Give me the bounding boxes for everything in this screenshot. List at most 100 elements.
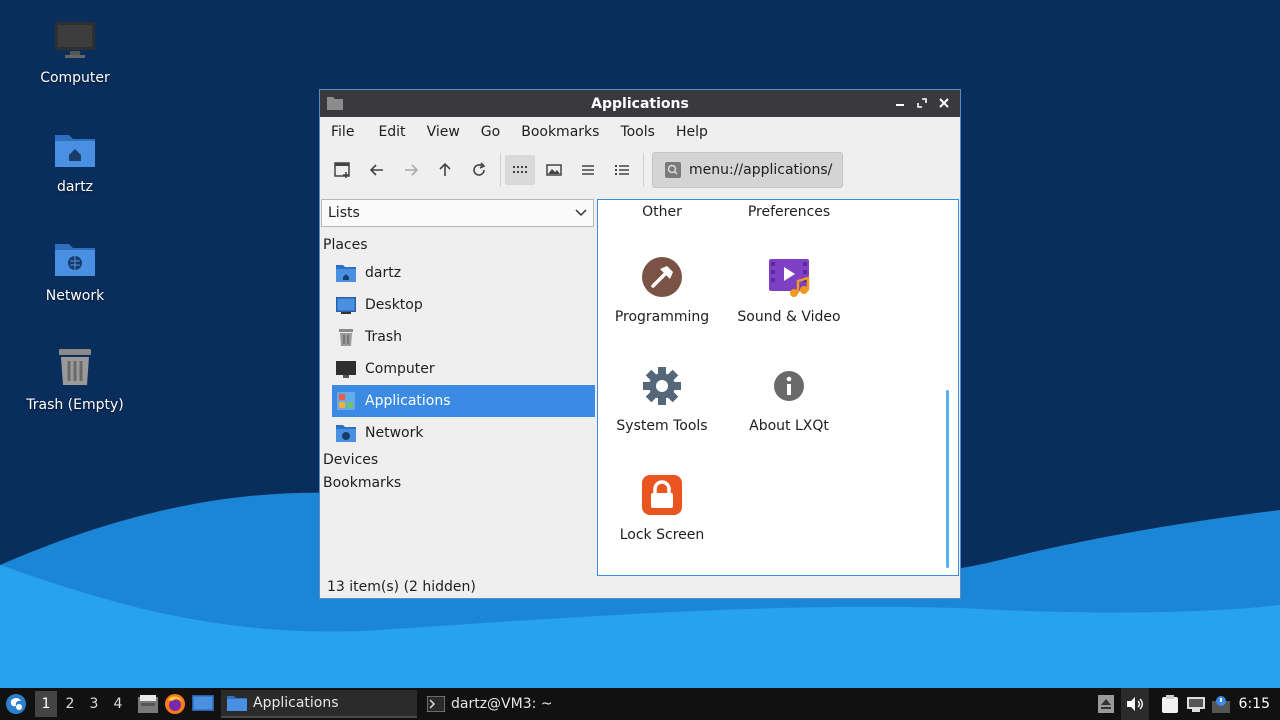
location-path: menu://applications/ bbox=[689, 162, 833, 178]
sidebar-item-desktop[interactable]: Desktop bbox=[332, 289, 595, 321]
app-item-programming[interactable]: Programming bbox=[598, 255, 726, 325]
minimize-icon bbox=[896, 104, 904, 106]
arrow-up-icon bbox=[439, 162, 451, 176]
menu-help[interactable]: Help bbox=[669, 124, 715, 140]
reload-icon bbox=[473, 162, 486, 176]
sidebar: Lists Places dartz Desktop Trash Compute… bbox=[320, 197, 596, 577]
app-item-sound-video[interactable]: Sound & Video bbox=[725, 255, 853, 325]
app-item-preferences[interactable]: Preferences bbox=[725, 200, 853, 220]
sidebar-item-label: Applications bbox=[365, 393, 451, 409]
app-item-label: About LXQt bbox=[749, 418, 829, 434]
desktop-switch-1[interactable]: 1 bbox=[35, 691, 57, 717]
back-button[interactable] bbox=[362, 155, 392, 185]
home-folder-icon bbox=[336, 263, 356, 283]
folder-icon bbox=[327, 96, 343, 114]
app-item-lock-screen[interactable]: Lock Screen bbox=[598, 473, 726, 543]
clipboard-icon bbox=[1161, 695, 1178, 713]
task-terminal[interactable]: dartz@VM3: ~ bbox=[421, 690, 559, 718]
menu-go[interactable]: Go bbox=[474, 124, 507, 140]
tray-clipboard[interactable] bbox=[1157, 690, 1183, 718]
task-label: Applications bbox=[253, 695, 339, 711]
volume-button[interactable] bbox=[1120, 688, 1149, 720]
network-icon bbox=[1186, 697, 1205, 712]
folder-icon bbox=[227, 696, 247, 711]
tray-network[interactable] bbox=[1183, 690, 1209, 718]
reload-button[interactable] bbox=[464, 155, 494, 185]
desktop-icon-label: Computer bbox=[40, 70, 110, 86]
sidebar-item-trash[interactable]: Trash bbox=[332, 321, 595, 353]
network-folder-icon bbox=[53, 236, 97, 280]
bookmarks-heading[interactable]: Bookmarks bbox=[323, 475, 401, 491]
desktop-switch-2[interactable]: 2 bbox=[59, 691, 81, 717]
update-notifier-icon bbox=[1211, 696, 1230, 713]
close-button[interactable] bbox=[934, 94, 954, 112]
network-folder-icon bbox=[336, 423, 356, 443]
quicklaunch-firefox[interactable] bbox=[161, 690, 189, 718]
desktop-switch-3[interactable]: 3 bbox=[83, 691, 105, 717]
quicklaunch-file-manager[interactable] bbox=[135, 690, 161, 718]
menu-view[interactable]: View bbox=[420, 124, 467, 140]
window-titlebar[interactable]: Applications bbox=[320, 90, 960, 117]
app-item-about-lxqt[interactable]: About LXQt bbox=[725, 364, 853, 434]
desktop-icon-label: Trash (Empty) bbox=[26, 397, 124, 413]
sidebar-item-network[interactable]: Network bbox=[332, 417, 595, 449]
main-menu-button[interactable] bbox=[0, 688, 32, 720]
hammer-icon bbox=[640, 255, 684, 299]
tray-updates[interactable] bbox=[1209, 690, 1233, 718]
clock[interactable]: 6:15 bbox=[1233, 696, 1280, 712]
compact-view-button[interactable] bbox=[573, 155, 603, 185]
image-icon bbox=[546, 164, 562, 176]
desktop-icon-trash[interactable]: Trash (Empty) bbox=[10, 345, 140, 413]
forward-button[interactable] bbox=[396, 155, 426, 185]
desktop-icon-network[interactable]: Network bbox=[10, 236, 140, 304]
desktop-switch-4[interactable]: 4 bbox=[107, 691, 129, 717]
arrow-left-icon bbox=[369, 164, 383, 176]
sidebar-item-computer[interactable]: Computer bbox=[332, 353, 595, 385]
menu-edit[interactable]: Edit bbox=[371, 124, 412, 140]
arrow-right-icon bbox=[405, 164, 419, 176]
list-icon bbox=[582, 165, 594, 175]
trash-icon bbox=[336, 327, 356, 347]
firefox-icon bbox=[165, 694, 185, 714]
thumbnail-view-button[interactable] bbox=[539, 155, 569, 185]
menu-bookmarks[interactable]: Bookmarks bbox=[514, 124, 606, 140]
toolbar: menu://applications/ bbox=[320, 147, 960, 193]
desktop-icon-dartz[interactable]: dartz bbox=[10, 127, 140, 195]
sidebar-item-label: Network bbox=[365, 425, 424, 441]
maximize-icon bbox=[917, 98, 927, 108]
sidebar-item-label: Trash bbox=[365, 329, 402, 345]
tray-keyboard[interactable] bbox=[1095, 690, 1117, 718]
quicklaunch-show-desktop[interactable] bbox=[189, 690, 217, 718]
info-icon bbox=[767, 364, 811, 408]
vertical-scrollbar[interactable] bbox=[946, 390, 949, 568]
task-applications[interactable]: Applications bbox=[221, 690, 417, 718]
file-manager-icon bbox=[138, 695, 158, 713]
app-item-label: Other bbox=[642, 204, 682, 220]
minimize-button[interactable] bbox=[890, 94, 910, 112]
menu-file[interactable]: File bbox=[324, 124, 361, 140]
places-heading[interactable]: Places bbox=[323, 237, 368, 253]
applications-icon bbox=[336, 391, 356, 411]
computer-icon bbox=[336, 359, 356, 379]
app-item-label: Sound & Video bbox=[737, 309, 841, 325]
sidebar-mode-select[interactable]: Lists bbox=[321, 199, 594, 227]
lock-icon bbox=[640, 473, 684, 517]
devices-heading[interactable]: Devices bbox=[323, 452, 378, 468]
search-icon bbox=[665, 162, 681, 178]
app-item-other[interactable]: Other bbox=[598, 200, 726, 220]
icon-view-button[interactable] bbox=[505, 155, 535, 185]
app-item-system-tools[interactable]: System Tools bbox=[598, 364, 726, 434]
sidebar-item-label: Desktop bbox=[365, 297, 423, 313]
maximize-button[interactable] bbox=[912, 94, 932, 112]
desktop-icon-computer[interactable]: Computer bbox=[10, 18, 140, 86]
new-tab-button[interactable] bbox=[328, 155, 358, 185]
sidebar-item-dartz[interactable]: dartz bbox=[332, 257, 595, 289]
location-bar[interactable]: menu://applications/ bbox=[652, 152, 844, 188]
menu-tools[interactable]: Tools bbox=[613, 124, 662, 140]
detailed-view-button[interactable] bbox=[607, 155, 637, 185]
up-button[interactable] bbox=[430, 155, 460, 185]
desktop-icon-label: dartz bbox=[56, 179, 94, 195]
app-item-label: Programming bbox=[614, 309, 710, 325]
gear-icon bbox=[640, 364, 684, 408]
sidebar-item-applications[interactable]: Applications bbox=[332, 385, 595, 417]
